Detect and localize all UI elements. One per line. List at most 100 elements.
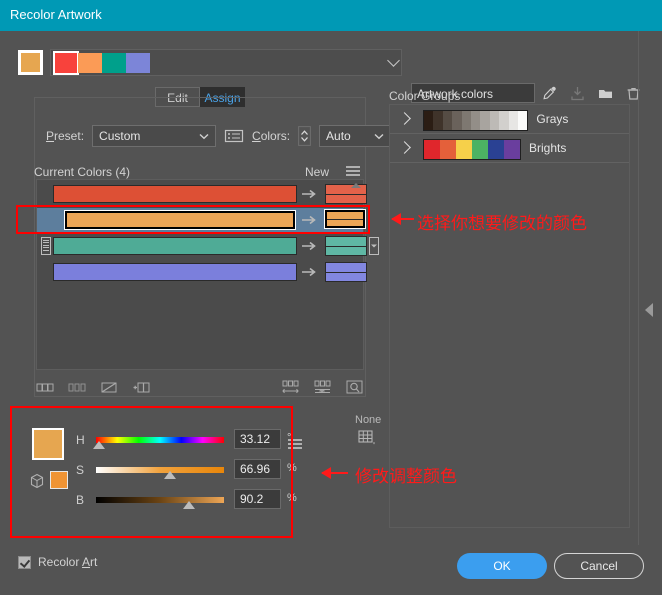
group-swatch-1[interactable]: [433, 111, 443, 130]
saturation-slider-track[interactable]: [96, 467, 224, 473]
chevron-right-icon[interactable]: [398, 112, 411, 125]
color-group-name: Grays: [536, 112, 569, 126]
group-swatch-0[interactable]: [424, 140, 440, 159]
hamburger-menu-icon[interactable]: [345, 164, 361, 178]
arrow-right-icon: [302, 188, 318, 200]
group-swatch-4[interactable]: [461, 111, 471, 130]
collapse-panel-arrow-icon[interactable]: [645, 303, 653, 317]
ok-button[interactable]: OK: [457, 553, 547, 579]
group-swatch-3[interactable]: [472, 140, 488, 159]
color-grid-icon[interactable]: [358, 430, 377, 446]
hsb-slider-hue: H 33.12 °: [76, 428, 291, 454]
current-colors-list[interactable]: [36, 179, 379, 370]
dialog-footer: Recolor Art OK Cancel: [0, 545, 662, 595]
color-list-toolbar: [36, 379, 364, 399]
active-color-swatch[interactable]: [18, 50, 43, 75]
color-row-0[interactable]: [37, 182, 367, 206]
current-color-bar[interactable]: [53, 237, 297, 255]
hsb-secondary-color-swatch[interactable]: [50, 471, 68, 489]
group-swatch-5[interactable]: [504, 140, 520, 159]
color-reduction-options-icon[interactable]: [345, 379, 364, 395]
hue-slider-thumb[interactable]: [93, 441, 105, 449]
color-row-2[interactable]: [37, 234, 379, 258]
arrow-right-icon: [302, 240, 318, 252]
group-swatch-2[interactable]: [456, 140, 472, 159]
row-dropdown-caret-icon[interactable]: [369, 237, 379, 255]
merge-colors-icon[interactable]: [36, 379, 55, 395]
color-group-strip[interactable]: [423, 139, 521, 160]
color-group-row-brights[interactable]: Brights: [390, 134, 629, 163]
window-title: Recolor Artwork: [10, 7, 102, 22]
color-row-1[interactable]: [37, 208, 366, 232]
saturation-slider-thumb[interactable]: [164, 471, 176, 479]
hsb-color-editor: H 33.12 ° S 66.96 % B 90.2 %: [14, 410, 302, 536]
artwork-swatch-1[interactable]: [78, 53, 102, 73]
colors-stepper[interactable]: [298, 126, 311, 146]
group-swatch-0[interactable]: [424, 111, 434, 130]
active-group-status-label: None: [355, 414, 382, 426]
current-color-bar[interactable]: [53, 185, 297, 203]
color-mode-cube-icon[interactable]: [29, 473, 45, 489]
list-scroll-indicator[interactable]: [349, 181, 362, 221]
group-swatch-1[interactable]: [440, 140, 456, 159]
current-color-bar[interactable]: [64, 210, 296, 230]
hamburger-menu-icon[interactable]: [287, 437, 303, 451]
row-grip-icon[interactable]: [41, 237, 51, 255]
annotation-arrow-1: [391, 213, 414, 225]
saturation-value-input[interactable]: 66.96: [234, 459, 281, 479]
group-swatch-10[interactable]: [517, 111, 528, 130]
annotation-arrow-2: [321, 467, 348, 479]
randomize-saturation-brightness-icon[interactable]: [281, 379, 300, 395]
artwork-swatch-3[interactable]: [126, 53, 150, 73]
artwork-swatch-2[interactable]: [102, 53, 126, 73]
brightness-slider-thumb[interactable]: [183, 501, 195, 509]
colors-label: Colors:: [252, 129, 291, 143]
annotation-text-1: 选择你想要修改的颜色: [417, 214, 587, 234]
group-swatch-8[interactable]: [499, 111, 509, 130]
randomize-color-order-icon[interactable]: [313, 379, 332, 395]
saturation-label: S: [76, 463, 85, 477]
add-color-row-icon[interactable]: [132, 379, 151, 395]
group-swatch-5[interactable]: [470, 111, 481, 130]
color-group-strip[interactable]: [423, 110, 529, 131]
recolor-art-checkbox[interactable]: [18, 555, 31, 569]
group-swatch-6[interactable]: [480, 111, 490, 130]
new-color-swatch[interactable]: [325, 262, 367, 282]
exclude-colors-icon[interactable]: [100, 379, 119, 395]
colors-select[interactable]: Auto: [319, 125, 392, 147]
list-options-icon[interactable]: [224, 128, 244, 144]
color-row-3[interactable]: [37, 260, 367, 284]
cancel-button[interactable]: Cancel: [554, 553, 644, 579]
current-color-bar[interactable]: [53, 263, 297, 281]
chevron-right-icon[interactable]: [398, 141, 411, 154]
eyedropper-icon[interactable]: [541, 85, 558, 102]
brightness-label: B: [76, 493, 85, 507]
saturation-unit: %: [287, 462, 297, 474]
artwork-swatch-strip[interactable]: [50, 49, 402, 76]
preset-select[interactable]: Custom: [92, 125, 217, 147]
group-swatch-7[interactable]: [489, 111, 500, 130]
group-swatch-4[interactable]: [488, 140, 504, 159]
new-color-group-folder-icon[interactable]: [597, 85, 614, 102]
separate-colors-icon[interactable]: [68, 379, 87, 395]
group-swatch-3[interactable]: [452, 111, 462, 130]
hsb-current-color-swatch[interactable]: [32, 428, 64, 460]
preset-value: Custom: [99, 129, 141, 143]
brightness-value-input[interactable]: 90.2: [234, 489, 281, 509]
artwork-swatch-0[interactable]: [53, 51, 79, 75]
group-swatch-9[interactable]: [508, 111, 518, 130]
group-swatch-2[interactable]: [442, 111, 453, 130]
preset-label: Preset:: [46, 129, 85, 143]
recolor-artwork-dialog: Recolor Artwork Artwork colors Edit Assi…: [0, 0, 662, 595]
swatch-strip-dropdown-button[interactable]: [384, 49, 402, 76]
hue-slider-track[interactable]: [96, 437, 224, 443]
delete-trash-icon[interactable]: [625, 85, 642, 102]
brightness-slider-track[interactable]: [96, 497, 224, 503]
brightness-unit: %: [287, 492, 297, 504]
recolor-art-checkbox-row[interactable]: Recolor Art: [18, 555, 97, 569]
hue-value-input[interactable]: 33.12: [234, 429, 281, 449]
preset-controls-row: Preset: Custom Colors: Auto: [46, 125, 392, 147]
color-group-row-grays[interactable]: Grays: [390, 105, 629, 134]
color-groups-title: Color Groups: [389, 89, 461, 103]
new-color-swatch[interactable]: [325, 236, 367, 256]
